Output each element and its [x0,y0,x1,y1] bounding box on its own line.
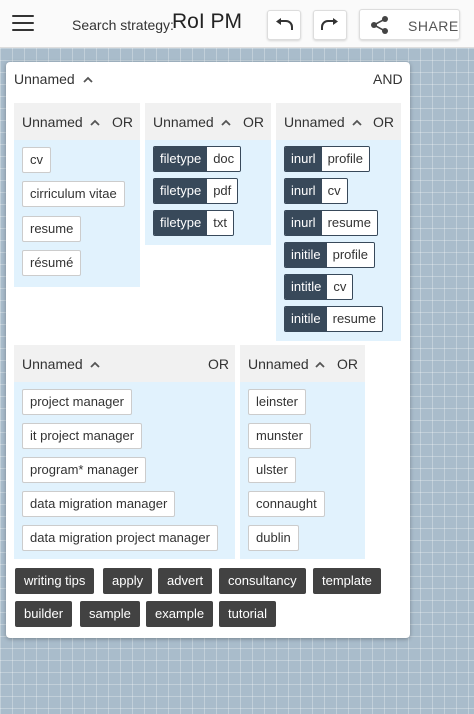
operator-value: txt [207,211,233,235]
operator-value: doc [207,147,241,171]
term-chip[interactable]: leinster [248,389,306,415]
redo-button[interactable] [313,10,347,40]
operator-term-chip[interactable]: inurl resume [284,210,378,236]
operator-value: profile [326,243,375,267]
tag-chip[interactable]: consultancy [219,568,306,594]
share-icon [371,16,388,34]
term-chip[interactable]: resume [22,216,82,242]
group-operator[interactable]: OR [112,114,133,130]
operator-key: inurl [285,147,322,171]
group-operator[interactable]: OR [208,356,229,372]
operator-term-chip[interactable]: inurl profile [284,146,370,172]
operator-term-chip[interactable]: inurl cv [284,178,348,204]
operator-term-chip[interactable]: filetype doc [153,146,242,172]
collapse-chevron-icon[interactable] [89,118,101,126]
operator-term-chip[interactable]: filetype pdf [153,178,239,204]
collapse-chevron-icon[interactable] [351,118,363,126]
term-chip[interactable]: data migration project manager [22,525,218,551]
collapse-chevron-icon[interactable] [89,360,101,368]
operator-term-chip[interactable]: filetype txt [153,210,234,236]
group-operator[interactable]: OR [243,114,264,130]
operator-key: initile [285,243,327,267]
root-title[interactable]: Unnamed [14,71,75,87]
term-chip[interactable]: connaught [248,491,325,517]
operator-key: inurl [285,211,322,235]
operator-value: cv [321,179,347,203]
group-body: cv cirriculum vitae resume résumé [14,140,140,287]
operator-key: filetype [154,147,208,171]
search-strategy-label: Search strategy: [72,17,174,33]
term-chip[interactable]: it project manager [22,423,143,449]
group-title[interactable]: Unnamed [284,114,345,130]
group-url-title: Unnamed OR inurl profile inurl cv inurl … [276,103,401,341]
operator-term-chip[interactable]: intitle cv [284,274,354,300]
collapse-chevron-icon[interactable] [82,75,94,83]
group-title[interactable]: Unnamed [22,114,83,130]
operator-key: initile [285,307,327,331]
search-strategy-name[interactable]: RoI PM [172,10,242,34]
top-bar: Search strategy: RoI PM SHARE [0,0,474,48]
operator-value: cv [327,275,353,299]
group-body: project manager it project manager progr… [14,382,235,559]
undo-button[interactable] [267,10,301,40]
group-title[interactable]: Unnamed [248,356,309,372]
strategy-root-group: Unnamed AND Unnamed OR cv cirriculum vit… [6,62,410,638]
menu-icon[interactable] [12,15,34,33]
group-cv-terms: Unnamed OR cv cirriculum vitae resume ré… [14,103,140,287]
group-operator[interactable]: OR [337,356,358,372]
operator-key: filetype [154,179,208,203]
operator-key: intitle [285,275,328,299]
operator-term-chip[interactable]: initile resume [284,306,383,332]
group-title[interactable]: Unnamed [22,356,83,372]
collapse-chevron-icon[interactable] [314,360,326,368]
tag-chip[interactable]: template [313,568,381,594]
term-chip[interactable]: cv [22,147,51,173]
term-chip[interactable]: résumé [22,250,82,276]
group-filetype: Unnamed OR filetype doc filetype pdf fil… [145,103,271,245]
group-operator[interactable]: OR [373,114,394,130]
collapse-chevron-icon[interactable] [220,118,232,126]
term-chip[interactable]: cirriculum vitae [22,181,125,207]
group-body: inurl profile inurl cv inurl resume init… [276,140,401,341]
operator-value: profile [321,147,369,171]
tag-chip[interactable]: advert [158,568,213,594]
group-locations: Unnamed OR leinster munster ulster conna… [240,345,365,559]
tag-chip[interactable]: apply [103,568,153,594]
term-chip[interactable]: program* manager [22,457,147,483]
root-operator[interactable]: AND [373,71,403,87]
tag-chip[interactable]: writing tips [15,568,95,594]
share-label: SHARE [408,18,459,34]
operator-value: resume [326,307,382,331]
share-button[interactable]: SHARE [359,9,460,40]
group-job-titles: Unnamed OR project manager it project ma… [14,345,235,559]
operator-value: pdf [207,179,238,203]
term-chip[interactable]: data migration manager [22,491,176,517]
term-chip[interactable]: munster [248,423,311,449]
operator-key: filetype [154,211,208,235]
tag-chip[interactable]: builder [15,601,73,627]
tag-chip[interactable]: tutorial [219,601,277,627]
term-chip[interactable]: project manager [22,389,132,415]
tag-chip[interactable]: example [146,601,214,627]
group-body: leinster munster ulster connaught dublin [240,382,365,559]
term-chip[interactable]: ulster [248,457,296,483]
term-chip[interactable]: dublin [248,525,299,551]
group-body: filetype doc filetype pdf filetype txt [145,140,271,245]
undo-icon [276,18,293,30]
operator-term-chip[interactable]: initile profile [284,242,376,268]
redo-icon [321,18,338,30]
tag-chip[interactable]: sample [80,601,140,627]
operator-key: inurl [285,179,322,203]
group-title[interactable]: Unnamed [153,114,214,130]
operator-value: resume [321,211,377,235]
